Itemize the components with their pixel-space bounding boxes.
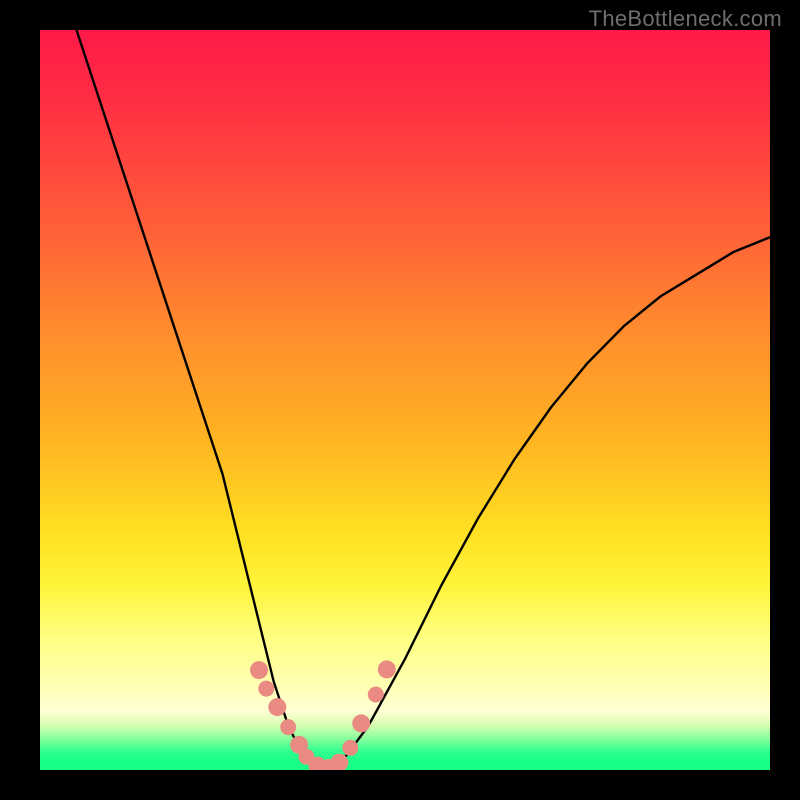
- marker-dot: [268, 698, 286, 716]
- watermark-text: TheBottleneck.com: [589, 6, 782, 32]
- marker-dot: [250, 661, 268, 679]
- marker-dot: [258, 681, 274, 697]
- bottleneck-curve: [77, 30, 771, 770]
- marker-dot: [378, 660, 396, 678]
- marker-dot: [280, 719, 296, 735]
- curve-layer: [40, 30, 770, 770]
- marker-dot: [368, 687, 384, 703]
- marker-dot: [352, 714, 370, 732]
- chart-frame: TheBottleneck.com: [0, 0, 800, 800]
- marker-dot: [342, 740, 358, 756]
- plot-area: [40, 30, 770, 770]
